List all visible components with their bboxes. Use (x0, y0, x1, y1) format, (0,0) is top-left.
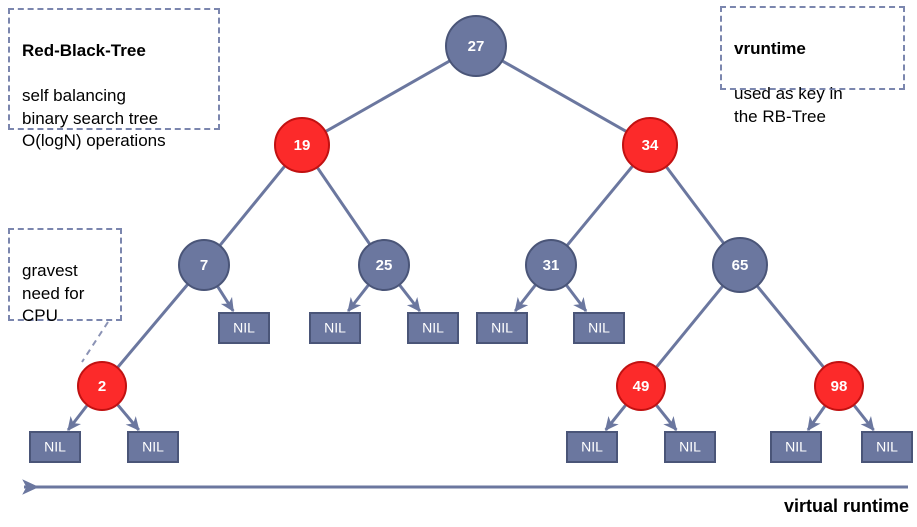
tree-edge (324, 59, 451, 133)
tree-node-2[interactable]: 2 (77, 361, 127, 411)
tree-node-label: 34 (642, 137, 659, 154)
tree-node-label: 98 (831, 378, 848, 395)
tree-edge-arrow (654, 403, 678, 431)
nil-node-label: NIL (785, 439, 807, 455)
nil-node-label: NIL (876, 439, 898, 455)
callout-gravest-need-for-cpu: gravest need for CPU (8, 228, 122, 325)
nil-node: NIL (770, 431, 822, 463)
nil-node-label: NIL (491, 320, 513, 336)
nil-node: NIL (407, 312, 459, 344)
nil-node: NIL (218, 312, 270, 344)
nil-leaf-nodes: NIL NIL NIL NIL NIL NIL NIL NIL NIL NIL NIL (29, 312, 913, 463)
tree-edge (655, 284, 725, 369)
tree-node-19[interactable]: 19 (274, 117, 330, 173)
axis-caption-virtual-runtime: virtual runtime (783, 496, 909, 516)
tree-edge-arrow (66, 404, 89, 431)
tree-edge-arrow (347, 283, 370, 312)
tree-edge (501, 59, 628, 133)
nil-node-label: NIL (233, 320, 255, 336)
nil-node: NIL (29, 431, 81, 463)
tree-node-7[interactable]: 7 (178, 239, 230, 291)
tree-edge-arrow (116, 403, 140, 431)
tree-node-98[interactable]: 98 (814, 361, 864, 411)
callout-rbtree-body: self balancing binary search tree O(logN… (22, 86, 166, 151)
tree-edge (315, 166, 372, 246)
callout-vruntime: vruntime used as key in the RB-Tree (720, 6, 905, 126)
nil-node: NIL (127, 431, 179, 463)
tree-edge-arrow (806, 404, 827, 431)
tree-edge (218, 164, 287, 247)
nil-node-label: NIL (422, 320, 444, 336)
callout-gravest-body: gravest need for CPU (22, 261, 85, 326)
nil-node: NIL (861, 431, 913, 463)
tree-node-label: 25 (376, 257, 393, 274)
nil-node: NIL (566, 431, 618, 463)
tree-edge (565, 164, 634, 247)
tree-node-25[interactable]: 25 (358, 239, 410, 291)
nil-node-label: NIL (324, 320, 346, 336)
tree-edge (755, 284, 825, 369)
tree-edge-arrow (565, 283, 588, 312)
tree-edge (116, 283, 190, 369)
nil-node-label: NIL (142, 439, 164, 455)
nil-node: NIL (476, 312, 528, 344)
callout-red-black-tree: Red-Black-Tree self balancing binary sea… (8, 8, 220, 150)
tree-node-label: 19 (294, 137, 311, 154)
nil-node-label: NIL (679, 439, 701, 455)
rb-tree-diagram: NIL NIL NIL NIL NIL NIL NIL NIL NIL NIL NIL 27 19 34… (0, 0, 917, 527)
callout-vruntime-body: used as key in the RB-Tree (734, 84, 843, 126)
nil-node-label: NIL (588, 320, 610, 336)
tree-node-label: 2 (98, 378, 106, 395)
tree-edge-arrow (514, 283, 537, 312)
nil-node-label: NIL (44, 439, 66, 455)
tree-node-label: 65 (732, 257, 749, 274)
tree-node-label: 27 (468, 38, 485, 55)
tree-edge-arrow (604, 403, 628, 431)
tree-node-65[interactable]: 65 (712, 237, 768, 293)
nil-node-label: NIL (581, 439, 603, 455)
nil-node: NIL (664, 431, 716, 463)
nil-node: NIL (309, 312, 361, 344)
tree-edge-arrow (398, 283, 421, 312)
tree-edge-arrow (852, 403, 875, 431)
tree-edge (665, 165, 725, 245)
tree-node-27[interactable]: 27 (445, 15, 507, 77)
nil-node: NIL (573, 312, 625, 344)
tree-node-31[interactable]: 31 (525, 239, 577, 291)
tree-node-label: 31 (543, 257, 560, 274)
tree-node-label: 7 (200, 257, 208, 274)
tree-node-label: 49 (633, 378, 650, 395)
tree-node-34[interactable]: 34 (622, 117, 678, 173)
callout-rbtree-title: Red-Black-Tree (22, 41, 146, 61)
tree-edge-arrow (216, 285, 235, 313)
tree-node-49[interactable]: 49 (616, 361, 666, 411)
callout-vruntime-title: vruntime (734, 39, 806, 59)
